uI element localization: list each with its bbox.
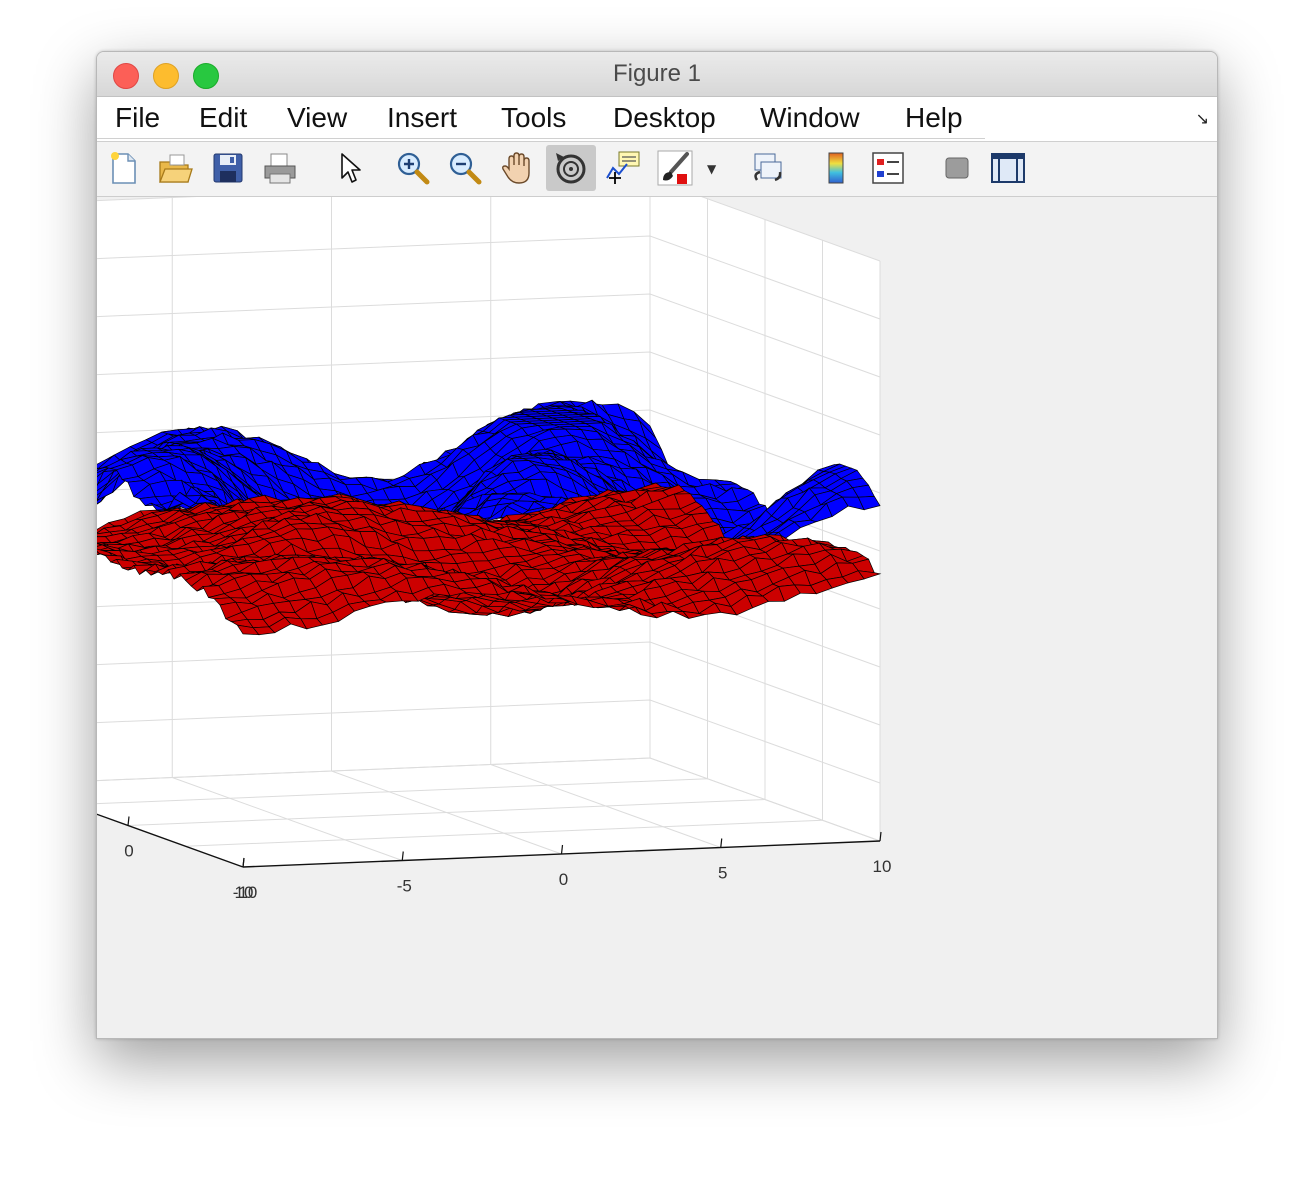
menu-tools[interactable]: Tools — [501, 102, 566, 134]
figure-toolbar: ▼ — [97, 142, 1217, 197]
new-figure-icon — [111, 152, 136, 184]
link-plot-icon — [754, 153, 782, 182]
menu-window[interactable]: Window — [760, 102, 860, 134]
new-figure-button[interactable] — [106, 150, 142, 186]
menu-divider — [97, 138, 985, 139]
menu-view[interactable]: View — [287, 102, 347, 134]
zoom-out-icon — [449, 152, 482, 185]
menu-insert[interactable]: Insert — [387, 102, 457, 134]
x-tick-label: 0 — [559, 870, 568, 889]
colorbar-icon — [828, 152, 844, 184]
dock-figure-icon[interactable]: ↘ — [1196, 109, 1209, 128]
brush-icon — [657, 150, 693, 186]
save-figure-button[interactable] — [210, 150, 246, 186]
open-file-icon — [159, 154, 193, 183]
figure-window: Figure 1 File Edit View Insert Tools Des… — [96, 51, 1218, 1039]
edit-plot-arrow-icon — [341, 153, 361, 183]
pan-hand-icon — [502, 152, 530, 184]
data-cursor-icon — [606, 151, 640, 184]
hide-plot-tools-icon — [945, 157, 969, 179]
zoom-in-button[interactable] — [395, 150, 431, 186]
print-figure-icon — [264, 153, 296, 184]
print-figure-button[interactable] — [262, 150, 298, 186]
zoom-in-icon — [397, 152, 430, 185]
x-tick-label: -5 — [397, 877, 412, 896]
pan-button[interactable] — [500, 150, 536, 186]
rotate-3d-button[interactable] — [546, 145, 596, 191]
axes-3d[interactable]: 1086420-2-4-6-8-10-10-50510010 — [97, 177, 1217, 1038]
link-plot-button[interactable] — [751, 150, 787, 186]
save-figure-icon — [213, 153, 243, 183]
menu-bar: File Edit View Insert Tools Desktop Wind… — [97, 97, 1217, 142]
title-bar[interactable]: Figure 1 — [97, 52, 1217, 97]
rotate-3d-icon — [556, 153, 586, 184]
show-plot-tools-icon — [991, 153, 1025, 183]
window-title: Figure 1 — [612, 60, 702, 87]
show-plot-tools-button[interactable] — [990, 150, 1026, 186]
open-file-button[interactable] — [157, 150, 193, 186]
y-tick-label: 10 — [235, 883, 254, 902]
insert-colorbar-button[interactable] — [819, 150, 855, 186]
x-tick-label: 10 — [873, 857, 892, 876]
menu-help[interactable]: Help — [905, 102, 963, 134]
plot-area[interactable]: 1086420-2-4-6-8-10-10-50510010 — [97, 177, 1217, 1038]
menu-file[interactable]: File — [115, 102, 160, 134]
y-tick-label: 0 — [124, 842, 133, 861]
zoom-out-button[interactable] — [447, 150, 483, 186]
insert-legend-button[interactable] — [870, 150, 906, 186]
menu-desktop[interactable]: Desktop — [613, 102, 716, 134]
data-cursor-button[interactable] — [605, 150, 641, 186]
legend-icon — [872, 152, 904, 184]
brush-button[interactable] — [657, 150, 693, 186]
hide-plot-tools-button[interactable] — [939, 150, 975, 186]
edit-plot-button[interactable] — [333, 150, 369, 186]
menu-edit[interactable]: Edit — [199, 102, 247, 134]
brush-dropdown-arrow-icon[interactable]: ▼ — [707, 162, 716, 176]
x-tick-label: 5 — [718, 864, 727, 883]
